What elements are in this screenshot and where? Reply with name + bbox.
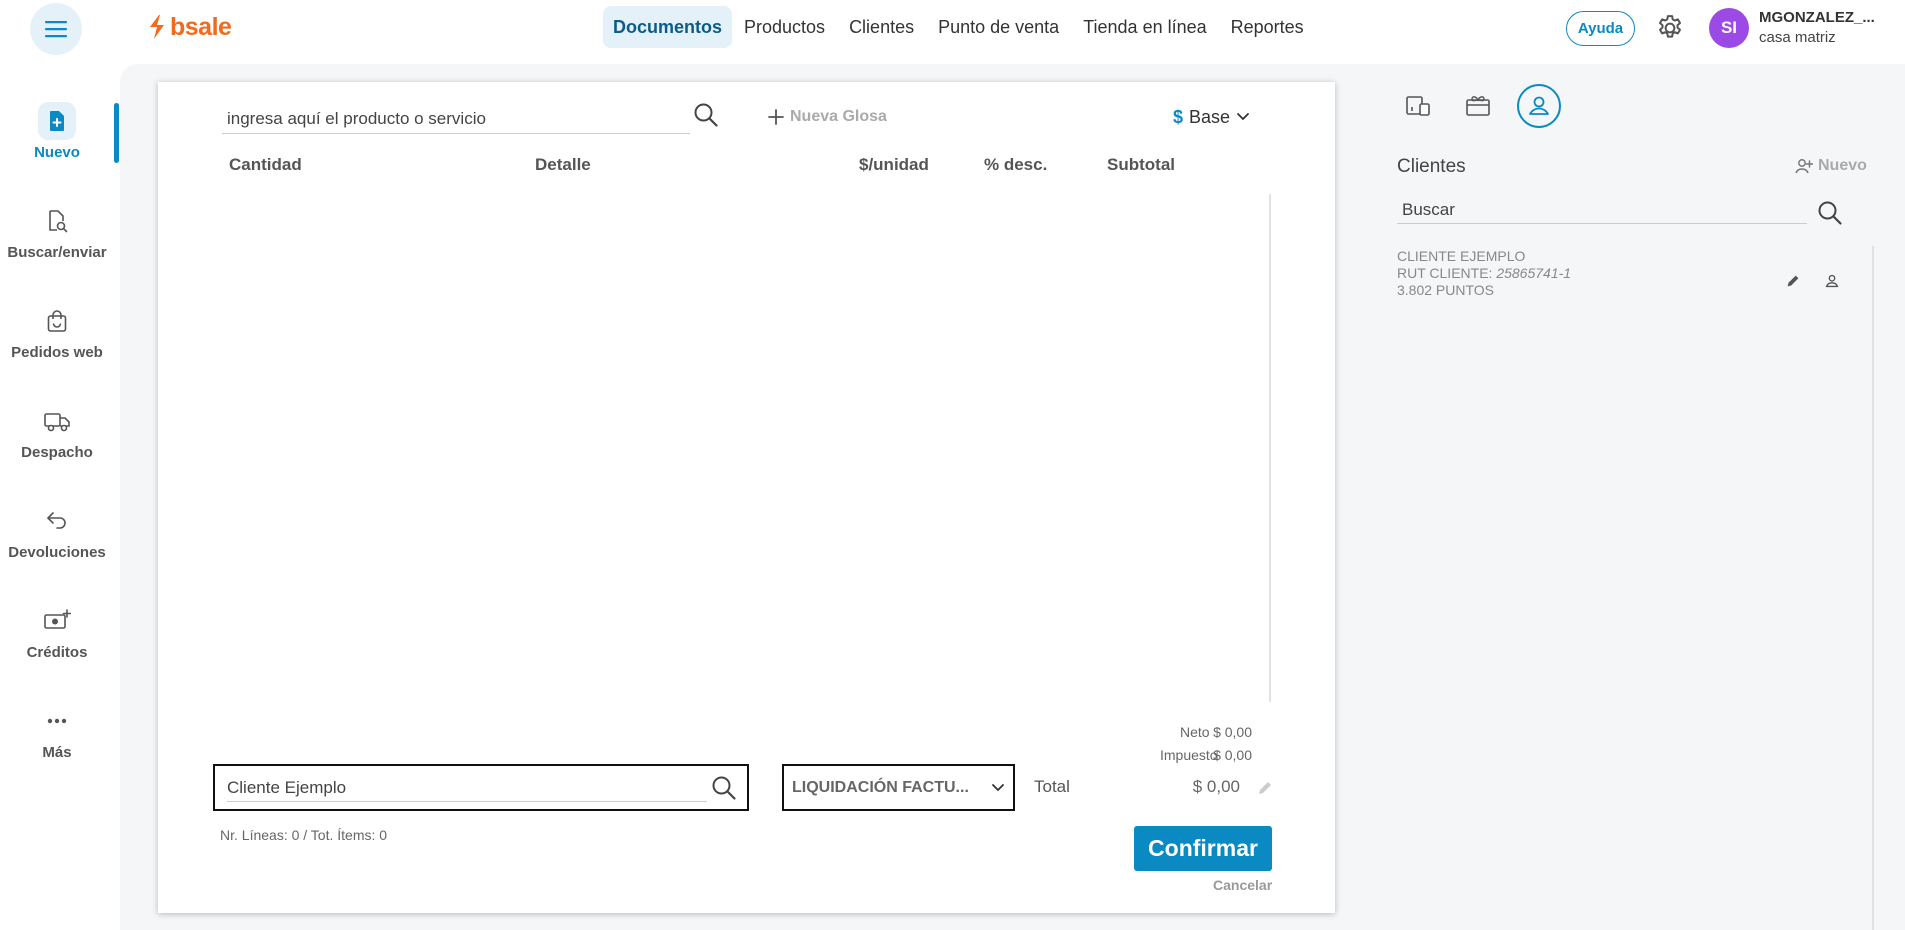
user-branch: casa matriz <box>1759 29 1836 46</box>
top-bar: bsale Documentos Productos Clientes Punt… <box>0 0 1905 55</box>
tab-gift-cards[interactable] <box>1456 84 1500 128</box>
bsale-logo[interactable]: bsale <box>148 12 232 42</box>
column-cantidad: Cantidad <box>229 155 302 174</box>
hamburger-icon <box>45 21 67 38</box>
pencil-icon[interactable] <box>1255 778 1275 798</box>
search-icon[interactable] <box>709 773 739 803</box>
neto-label: Neto <box>1180 724 1210 740</box>
sidebar-item-pedidos-web[interactable]: Pedidos web <box>0 302 114 392</box>
file-search-icon <box>38 202 76 240</box>
chevron-down-icon <box>992 783 1004 791</box>
nav-reportes[interactable]: Reportes <box>1219 6 1316 48</box>
sidebar-item-label: Nuevo <box>34 144 80 161</box>
nav-punto-de-venta[interactable]: Punto de venta <box>926 6 1071 48</box>
sidebar-item-despacho[interactable]: Despacho <box>0 402 114 492</box>
client-input[interactable]: Cliente Ejemplo <box>227 774 707 802</box>
line-count: Nr. Líneas: 0 / Tot. Ítems: 0 <box>220 827 388 843</box>
sidebar-active-indicator <box>114 103 119 163</box>
search-icon[interactable] <box>691 100 721 130</box>
table-scrollbar[interactable] <box>1269 194 1271 702</box>
cash-plus-icon <box>38 602 76 640</box>
client-points: 3.802 PUNTOS <box>1397 282 1495 298</box>
sidebar-item-label: Despacho <box>21 444 93 461</box>
sidebar-item-mas[interactable]: Más <box>0 702 114 792</box>
client-rut: RUT CLIENTE: 25865741-1 <box>1397 265 1571 281</box>
price-list-value: Base <box>1189 106 1231 127</box>
menu-toggle-button[interactable] <box>30 3 82 55</box>
price-list-select[interactable]: $ Base <box>1173 102 1250 132</box>
help-button[interactable]: Ayuda <box>1566 11 1635 46</box>
shopping-bag-icon <box>38 302 76 340</box>
document-type-value: LIQUIDACIÓN FACTU... <box>792 778 969 796</box>
sidebar-item-nuevo[interactable]: Nuevo <box>0 102 114 192</box>
truck-icon <box>38 402 76 440</box>
sidebar-item-label: Devoluciones <box>8 544 106 561</box>
neto-value: $ 0,00 <box>1213 724 1252 740</box>
file-plus-icon <box>38 102 76 140</box>
gear-icon[interactable] <box>1655 13 1685 43</box>
tab-devices[interactable] <box>1397 84 1441 128</box>
nav-documentos[interactable]: Documentos <box>603 6 733 48</box>
return-arrow-icon <box>38 502 76 540</box>
user-circle-icon <box>1529 96 1549 115</box>
impuesto-value: $ 0,00 <box>1213 747 1252 763</box>
nueva-glosa-label: Nueva Glosa <box>790 108 887 125</box>
chevron-down-icon <box>1237 113 1249 121</box>
clients-panel-scrollbar[interactable] <box>1872 246 1874 930</box>
logo-text: bsale <box>170 12 232 41</box>
clients-panel-title: Clientes <box>1397 156 1466 177</box>
pencil-icon[interactable] <box>1784 272 1802 290</box>
client-field-box[interactable]: Cliente Ejemplo <box>213 764 749 811</box>
client-rut-value: 25865741-1 <box>1496 265 1572 281</box>
avatar[interactable]: SI <box>1709 8 1749 48</box>
nav-productos[interactable]: Productos <box>732 6 837 48</box>
sidebar-item-devoluciones[interactable]: Devoluciones <box>0 502 114 592</box>
column-subtotal: Subtotal <box>1107 155 1175 174</box>
new-client-label: Nuevo <box>1818 157 1867 174</box>
tab-clients[interactable] <box>1517 84 1561 128</box>
product-search-input[interactable]: ingresa aquí el producto o servicio <box>222 104 690 134</box>
total-label: Total <box>1034 777 1070 796</box>
column-detalle: Detalle <box>535 155 591 174</box>
add-user-icon <box>1795 159 1813 174</box>
sidebar-item-label: Créditos <box>26 644 88 661</box>
main-nav: Documentos Productos Clientes Punto de v… <box>603 6 1316 48</box>
sidebar-item-label: Pedidos web <box>11 344 103 361</box>
document-type-select[interactable]: LIQUIDACIÓN FACTU... <box>782 764 1015 811</box>
column-descuento: % desc. <box>984 155 1048 174</box>
sidebar-item-label: Buscar/enviar <box>7 244 107 261</box>
nav-tienda-en-linea[interactable]: Tienda en línea <box>1071 6 1218 48</box>
bsale-logo-mark-icon <box>150 15 164 39</box>
sidebar-item-creditos[interactable]: Créditos <box>0 602 114 692</box>
search-icon[interactable] <box>1815 198 1845 228</box>
total-value: $ 0,00 <box>1192 777 1240 796</box>
client-search-input[interactable]: Buscar <box>1397 196 1807 224</box>
more-dots-icon <box>38 702 76 740</box>
price-list-currency: $ <box>1173 106 1184 127</box>
new-client-button[interactable]: Nuevo <box>1795 157 1867 175</box>
confirm-button[interactable]: Confirmar <box>1134 826 1272 871</box>
client-rut-label: RUT CLIENTE: <box>1397 265 1493 281</box>
document-card: ingresa aquí el producto o servicio Nuev… <box>158 82 1335 913</box>
user-icon[interactable] <box>1823 272 1841 290</box>
cancel-link[interactable]: Cancelar <box>1213 877 1272 893</box>
devices-icon <box>1406 96 1430 116</box>
plus-icon <box>768 109 784 125</box>
user-name[interactable]: MGONZALEZ_... <box>1759 9 1875 26</box>
sidebar-item-buscar-enviar[interactable]: Buscar/enviar <box>0 202 114 292</box>
nueva-glosa-button[interactable]: Nueva Glosa <box>768 102 887 132</box>
client-name[interactable]: CLIENTE EJEMPLO <box>1397 248 1525 264</box>
sidebar-item-label: Más <box>42 744 72 761</box>
column-precio-unidad: $/unidad <box>859 155 929 174</box>
gift-card-icon <box>1466 96 1490 116</box>
nav-clientes[interactable]: Clientes <box>837 6 926 48</box>
